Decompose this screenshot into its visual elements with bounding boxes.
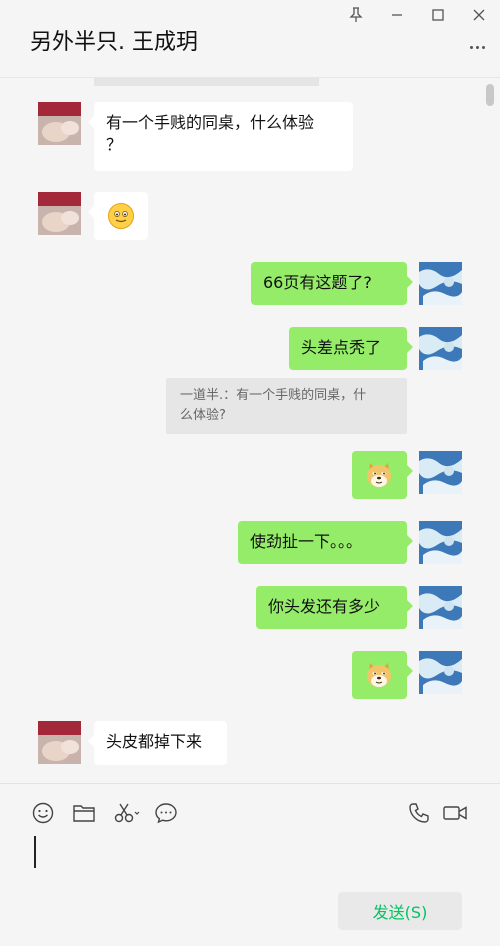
input-panel: 发送(S) — [0, 783, 500, 946]
emoji-icon[interactable] — [30, 800, 56, 826]
message-bubble-outgoing[interactable] — [352, 651, 413, 699]
message-bubble-incoming[interactable] — [88, 192, 148, 240]
contact-avatar[interactable] — [38, 102, 81, 145]
message-text: 头差点秃了 — [301, 338, 382, 357]
text-input-caret[interactable] — [34, 836, 36, 868]
contact-avatar[interactable] — [38, 721, 81, 764]
maximize-icon[interactable] — [426, 4, 450, 26]
minimize-icon[interactable] — [385, 4, 409, 26]
doge-emoji-icon — [367, 463, 391, 487]
message-bubble-outgoing[interactable] — [352, 451, 413, 499]
message-text: 你头发还有多少 — [268, 597, 381, 616]
message-text: 使劲扯一下。。。 — [250, 532, 363, 551]
smile-emoji-icon — [108, 203, 134, 229]
screenshot-scissors-icon[interactable] — [112, 800, 142, 826]
message-bubble-outgoing[interactable]: 66页有这题了? — [251, 262, 413, 305]
my-avatar[interactable] — [419, 262, 462, 305]
folder-icon[interactable] — [71, 800, 97, 826]
my-avatar[interactable] — [419, 586, 462, 629]
more-options-icon[interactable] — [466, 40, 488, 54]
my-avatar[interactable] — [419, 651, 462, 694]
message-bubble-outgoing[interactable]: 你头发还有多少 — [256, 586, 413, 629]
message-list[interactable]: 有一个手贱的同桌，什么体验 ？ 66页有这题了? 头差点秃了 一道半.：有一个手… — [0, 78, 500, 783]
message-text-line2: ？ — [106, 135, 123, 154]
message-bubble-incoming[interactable]: 头皮都掉下来 — [88, 721, 227, 765]
message-bubble-outgoing[interactable]: 头差点秃了 — [289, 327, 413, 370]
my-avatar[interactable] — [419, 521, 462, 564]
pin-icon[interactable] — [344, 4, 368, 26]
send-button[interactable]: 发送(S) — [338, 892, 462, 930]
previous-message-edge — [94, 78, 319, 86]
message-text: 66页有这题了? — [263, 273, 372, 292]
message-text: 有一个手贱的同桌，什么体验 — [106, 113, 315, 132]
my-avatar[interactable] — [419, 451, 462, 494]
chat-title: 另外半只. 王成玥 — [30, 30, 198, 55]
doge-emoji-icon — [367, 663, 391, 687]
video-call-icon[interactable] — [441, 800, 469, 826]
message-text: 头皮都掉下来 — [106, 732, 203, 751]
voice-call-icon[interactable] — [406, 800, 432, 826]
my-avatar[interactable] — [419, 327, 462, 370]
quoted-message[interactable]: 一道半.：有一个手贱的同桌，什 么体验? — [166, 378, 407, 434]
scrollbar[interactable] — [486, 84, 494, 106]
message-bubble-incoming[interactable]: 有一个手贱的同桌，什么体验 ？ — [88, 102, 353, 171]
message-bubble-outgoing[interactable]: 使劲扯一下。。。 — [238, 521, 413, 564]
close-icon[interactable] — [467, 4, 491, 26]
quote-text-line2: 么体验? — [180, 408, 226, 423]
chat-history-icon[interactable] — [153, 800, 179, 826]
quote-text-line1: 一道半.：有一个手贱的同桌，什 — [180, 388, 367, 403]
title-bar: 另外半只. 王成玥 — [0, 0, 500, 78]
contact-avatar[interactable] — [38, 192, 81, 235]
